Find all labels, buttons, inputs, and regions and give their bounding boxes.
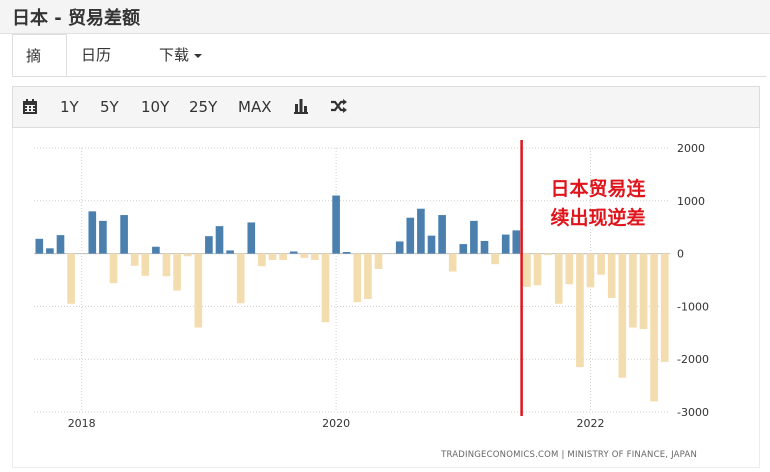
bar	[533, 253, 542, 286]
bar	[544, 253, 552, 256]
bar	[226, 250, 234, 254]
bar	[141, 253, 150, 276]
bar	[258, 253, 266, 267]
bar	[173, 253, 181, 291]
bar	[215, 226, 224, 254]
bar	[46, 248, 54, 254]
bar	[406, 217, 415, 254]
annotation-text-line1: 日本贸易连	[550, 177, 646, 200]
bar	[586, 253, 595, 288]
bar	[417, 208, 425, 254]
bar	[470, 220, 478, 254]
bar	[448, 253, 457, 272]
bar	[289, 251, 298, 254]
bar	[660, 253, 669, 362]
bar	[35, 238, 44, 254]
bar	[88, 211, 97, 254]
bar	[120, 215, 128, 254]
bar	[374, 253, 383, 269]
bar	[364, 253, 372, 300]
y-tick-label: -1000	[677, 300, 709, 313]
bar	[438, 215, 446, 254]
bar	[194, 253, 203, 328]
bar	[130, 253, 139, 266]
bar	[268, 253, 277, 260]
bar	[236, 253, 245, 304]
bar	[565, 253, 574, 285]
bar	[205, 236, 213, 254]
x-tick-label: 2020	[322, 417, 350, 430]
bar	[480, 240, 489, 254]
x-tick-label: 2022	[577, 417, 605, 430]
x-tick-label: 2018	[68, 417, 96, 430]
bar	[99, 220, 107, 254]
bar	[427, 235, 436, 254]
bar	[162, 253, 171, 277]
y-axis-ticks: 2000 1000 0 -1000 -2000 -3000	[677, 142, 709, 419]
y-tick-label: 2000	[677, 142, 705, 155]
bar	[501, 234, 510, 254]
bar	[247, 222, 256, 254]
bar	[279, 253, 287, 260]
bar	[300, 253, 309, 258]
bar	[650, 253, 658, 402]
annotation-text-line2: 续出现逆差	[550, 206, 645, 229]
bar	[342, 252, 351, 254]
bar	[597, 253, 605, 275]
bar	[629, 253, 637, 328]
bar	[576, 253, 584, 368]
bar	[332, 195, 340, 254]
source-label: TRADINGECONOMICS.COM | MINISTRY OF FINAN…	[440, 450, 697, 460]
bar	[523, 253, 531, 287]
bar	[67, 253, 75, 304]
bar	[512, 230, 521, 254]
bar	[554, 253, 563, 304]
bar	[395, 241, 404, 254]
bar	[491, 253, 499, 265]
bar	[109, 253, 118, 284]
bar	[321, 253, 330, 323]
bar	[618, 253, 627, 378]
y-tick-label: 1000	[677, 195, 705, 208]
bar	[152, 246, 160, 254]
bar	[56, 235, 65, 254]
bar	[353, 253, 362, 303]
trade-balance-chart: 2000 1000 0 -1000 -2000 -3000 2018 2020 2022 日本…	[34, 140, 709, 460]
bar	[607, 253, 616, 298]
y-tick-label: -3000	[677, 406, 709, 419]
bar	[639, 253, 648, 330]
bar	[183, 253, 192, 257]
y-tick-label: -2000	[677, 353, 709, 366]
x-axis-ticks: 2018 2020 2022	[68, 417, 605, 430]
bar	[459, 244, 468, 254]
bar	[311, 253, 319, 260]
y-tick-label: 0	[677, 248, 684, 261]
